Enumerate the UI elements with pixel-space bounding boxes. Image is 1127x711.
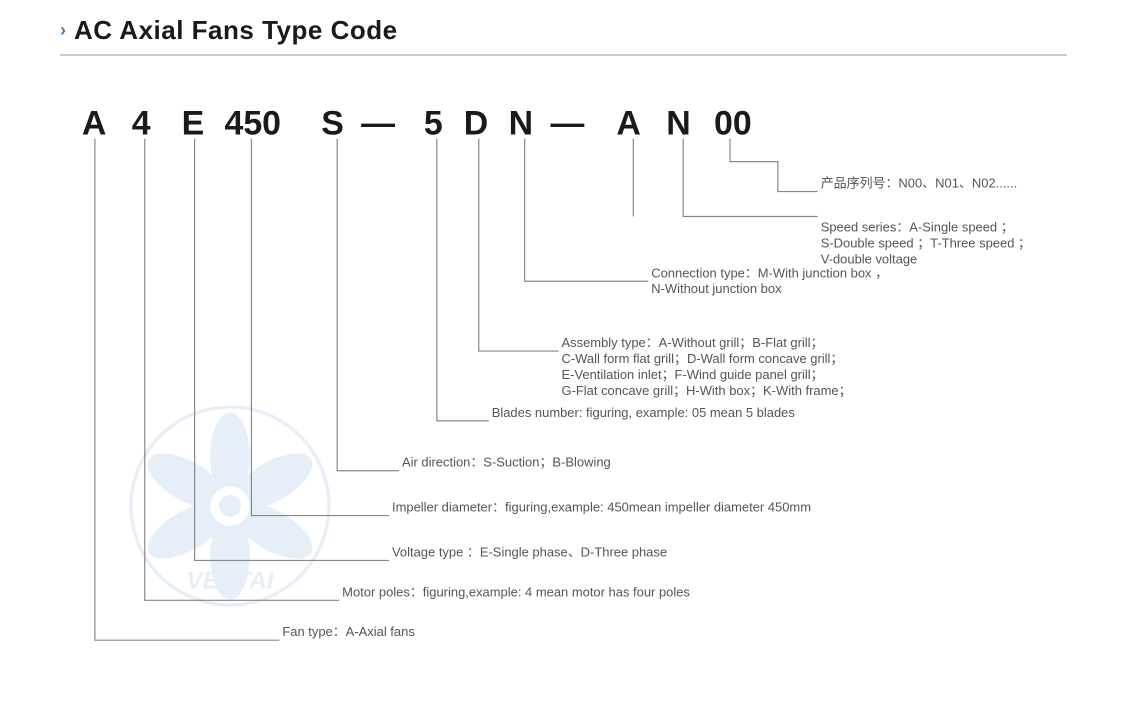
annotation-voltage: Voltage type ：E-Single phase、D-Three pha…: [392, 544, 667, 559]
annotation-motor-poles: Motor poles：figuring,example: 4 mean mot…: [342, 584, 690, 599]
code-dash-2: —: [551, 105, 585, 143]
annotation-assembly-1: Assembly type：A-Without grill；B-Flat gri…: [562, 335, 824, 351]
annotation-assembly-3: E-Ventilation inlet；F-Wind guide panel g…: [562, 367, 824, 383]
annotation-fan-type: Fan type：A-Axial fans: [282, 624, 415, 639]
type-code-diagram: A 4 E 450 S — 5 D N — A N 00: [60, 76, 1067, 676]
code-dash-1: —: [361, 105, 395, 143]
code-letter-450: 450: [225, 105, 282, 143]
header-section: › AC Axial Fans Type Code: [60, 15, 1067, 56]
annotation-connection-2: N-Without junction box: [651, 281, 782, 296]
annotation-assembly-4: G-Flat concave grill；H-With box；K-With f…: [562, 383, 852, 399]
code-letter-N: N: [509, 105, 533, 143]
chevron-icon: ›: [60, 20, 66, 41]
code-letter-4: 4: [132, 105, 151, 143]
annotation-speed-1: Speed series：A-Single speed ；: [821, 219, 1014, 235]
annotation-air-direction: Air direction：S-Suction；B-Blowing: [402, 455, 611, 471]
annotation-speed-2: S-Double speed ；T-Three speed ；: [821, 235, 1031, 251]
code-letter-5: 5: [424, 105, 443, 143]
annotation-product-series-zh: 产品序列号：N00、N01、N02......: [821, 176, 1018, 191]
annotation-impeller: Impeller diameter：figuring,example: 450m…: [392, 500, 811, 515]
annotation-connection-1: Connection type：M-With junction box ，: [651, 265, 888, 280]
code-letter-A2: A: [616, 105, 640, 143]
annotation-blades: Blades number: figuring, example: 05 mea…: [492, 405, 796, 420]
code-letter-N2: N: [666, 105, 690, 143]
code-letter-A: A: [82, 105, 106, 143]
page-title: AC Axial Fans Type Code: [74, 15, 398, 46]
annotation-speed-3: V-double voltage: [821, 251, 918, 266]
annotation-assembly-2: C-Wall form flat grill；D-Wall form conca…: [562, 351, 844, 367]
diagram-area: VENTAI A 4 E 450 S — 5 D N — A: [60, 76, 1067, 676]
page-container: › AC Axial Fans Type Code VENTAI A 4: [0, 0, 1127, 711]
code-letter-D: D: [464, 105, 488, 143]
code-letter-E: E: [182, 105, 205, 143]
code-letter-S: S: [321, 105, 344, 143]
code-letter-00: 00: [714, 105, 752, 143]
